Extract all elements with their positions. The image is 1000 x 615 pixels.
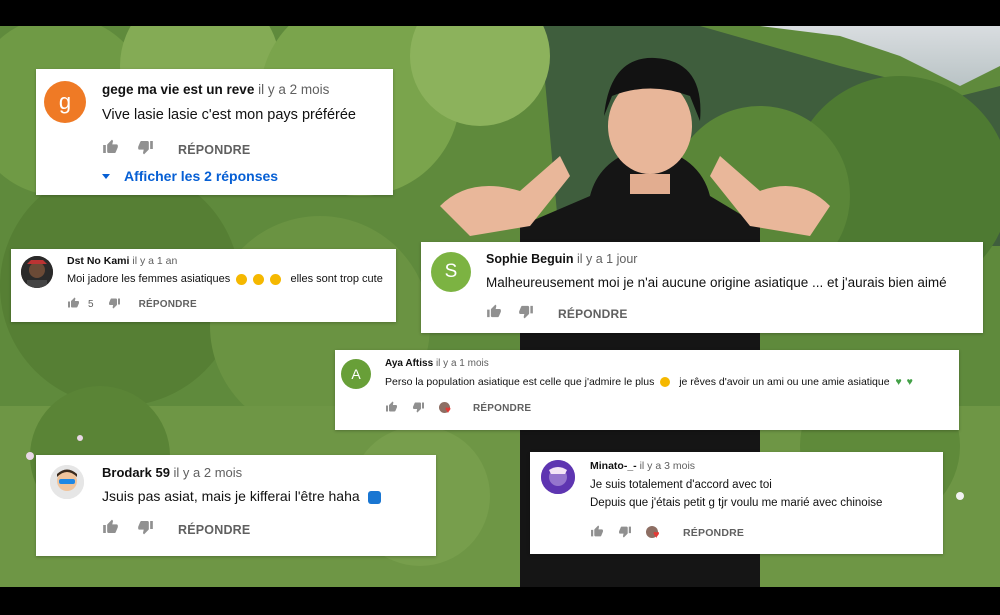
comment-text-end: elles sont trop cute <box>290 273 383 285</box>
thumbs-down-icon[interactable] <box>137 139 154 160</box>
thumbs-down-icon[interactable] <box>137 519 154 540</box>
heart-eyes-emoji <box>270 273 282 285</box>
show-replies-link[interactable]: Afficher les 2 réponses <box>102 168 278 184</box>
avatar[interactable] <box>21 256 53 288</box>
comment-author[interactable]: Sophie Beguin il y a 1 jour <box>486 252 637 266</box>
comment-card: A Aya Aftiss il y a 1 mois Perso la popu… <box>335 350 959 430</box>
letterbox-bottom <box>0 587 1000 615</box>
author-name[interactable]: Sophie Beguin <box>486 252 574 266</box>
avatar[interactable]: g <box>44 81 86 123</box>
thumbs-down-icon[interactable] <box>518 304 534 324</box>
comment-text-line: Depuis que j'étais petit g tjr voulu me … <box>590 497 883 509</box>
comment-author[interactable]: Dst No Kami il y a 1 an <box>67 255 177 267</box>
heart-eyes-emoji <box>253 273 265 285</box>
avatar-photo <box>50 465 84 499</box>
thumbs-up-icon[interactable] <box>67 297 80 312</box>
comment-author[interactable]: Aya Aftiss il y a 1 mois <box>385 358 489 369</box>
caret-down-icon <box>102 173 110 179</box>
avatar[interactable]: A <box>341 359 371 389</box>
thumbs-up-icon[interactable] <box>385 401 398 416</box>
green-heart-icon: ♥ <box>906 376 913 388</box>
comment-time[interactable]: il y a 1 jour <box>577 252 637 266</box>
comment-text-line: Je suis totalement d'accord avec toi <box>590 479 772 491</box>
avatar-letter: A <box>351 366 361 382</box>
comment-time[interactable]: il y a 2 mois <box>258 82 329 97</box>
like-count: 5 <box>88 299 94 310</box>
comment-text: Perso la population asiatique est celle … <box>385 376 913 388</box>
comment-text-start: Jsuis pas asiat, mais je kifferai l'être… <box>102 488 360 504</box>
comment-time[interactable]: il y a 1 an <box>132 255 177 267</box>
author-name[interactable]: Minato-_- <box>590 460 637 472</box>
reply-button[interactable]: RÉPONDRE <box>683 527 744 539</box>
thumbs-up-icon[interactable] <box>590 525 604 541</box>
comment-time[interactable]: il y a 2 mois <box>174 465 243 480</box>
letterbox-top <box>0 0 1000 26</box>
author-name[interactable]: gege ma vie est un reve <box>102 82 254 97</box>
comment-text: Malheureusement moi je n'ai aucune origi… <box>486 275 947 290</box>
comment-author[interactable]: gege ma vie est un reve il y a 2 mois <box>102 82 329 97</box>
thumbs-down-icon[interactable] <box>618 525 632 541</box>
reply-button[interactable]: RÉPONDRE <box>139 299 197 310</box>
shrug-emoji <box>367 490 381 504</box>
comment-time[interactable]: il y a 3 mois <box>640 460 695 472</box>
comment-text: Jsuis pas asiat, mais je kifferai l'être… <box>102 488 381 504</box>
thumbs-up-icon[interactable] <box>102 519 119 540</box>
comment-author[interactable]: Brodark 59 il y a 2 mois <box>102 465 242 480</box>
comment-card: Brodark 59 il y a 2 mois Jsuis pas asiat… <box>36 455 436 556</box>
reply-button[interactable]: RÉPONDRE <box>558 307 628 321</box>
reply-button[interactable]: RÉPONDRE <box>473 403 531 414</box>
avatar-letter: S <box>444 261 458 282</box>
creator-heart-icon: ♥ <box>646 525 661 541</box>
comment-card: S Sophie Beguin il y a 1 jour Malheureus… <box>421 242 983 333</box>
comment-text: Vive lasie lasie c'est mon pays préférée <box>102 107 356 123</box>
creator-heart-icon: ♥ <box>439 401 453 416</box>
avatar[interactable]: S <box>431 252 471 292</box>
comment-text-start: Moi jadore les femmes asiatiques <box>67 273 231 285</box>
comment-text: Moi jadore les femmes asiatiques elles s… <box>67 273 383 285</box>
green-heart-icon: ♥ <box>895 376 902 388</box>
comment-card: Dst No Kami il y a 1 an Moi jadore les f… <box>11 249 396 322</box>
reply-button[interactable]: RÉPONDRE <box>178 523 250 537</box>
heart-eyes-emoji <box>236 273 248 285</box>
author-name[interactable]: Aya Aftiss <box>385 358 433 369</box>
comment-card: Minato-_- il y a 3 mois Je suis totaleme… <box>530 452 943 554</box>
avatar-photo <box>21 256 53 288</box>
thumbs-up-icon[interactable] <box>102 139 119 160</box>
avatar-letter: g <box>58 89 72 114</box>
comment-time[interactable]: il y a 1 mois <box>436 358 489 369</box>
comment-text-end: je rêves d'avoir un ami ou une amie asia… <box>679 376 890 388</box>
author-name[interactable]: Brodark 59 <box>102 465 170 480</box>
comment-card: g gege ma vie est un reve il y a 2 mois … <box>36 69 393 195</box>
comment-text-start: Perso la population asiatique est celle … <box>385 376 655 388</box>
thumbs-down-icon[interactable] <box>412 401 425 416</box>
author-name[interactable]: Dst No Kami <box>67 255 129 267</box>
thumbs-up-icon[interactable] <box>486 304 502 324</box>
comment-author[interactable]: Minato-_- il y a 3 mois <box>590 460 695 472</box>
show-replies-label[interactable]: Afficher les 2 réponses <box>124 168 278 184</box>
avatar[interactable] <box>50 465 84 499</box>
avatar-photo <box>541 460 575 494</box>
avatar[interactable] <box>541 460 575 494</box>
thumbs-down-icon[interactable] <box>108 297 121 312</box>
heart-eyes-emoji <box>660 377 671 388</box>
reply-button[interactable]: RÉPONDRE <box>178 143 250 157</box>
